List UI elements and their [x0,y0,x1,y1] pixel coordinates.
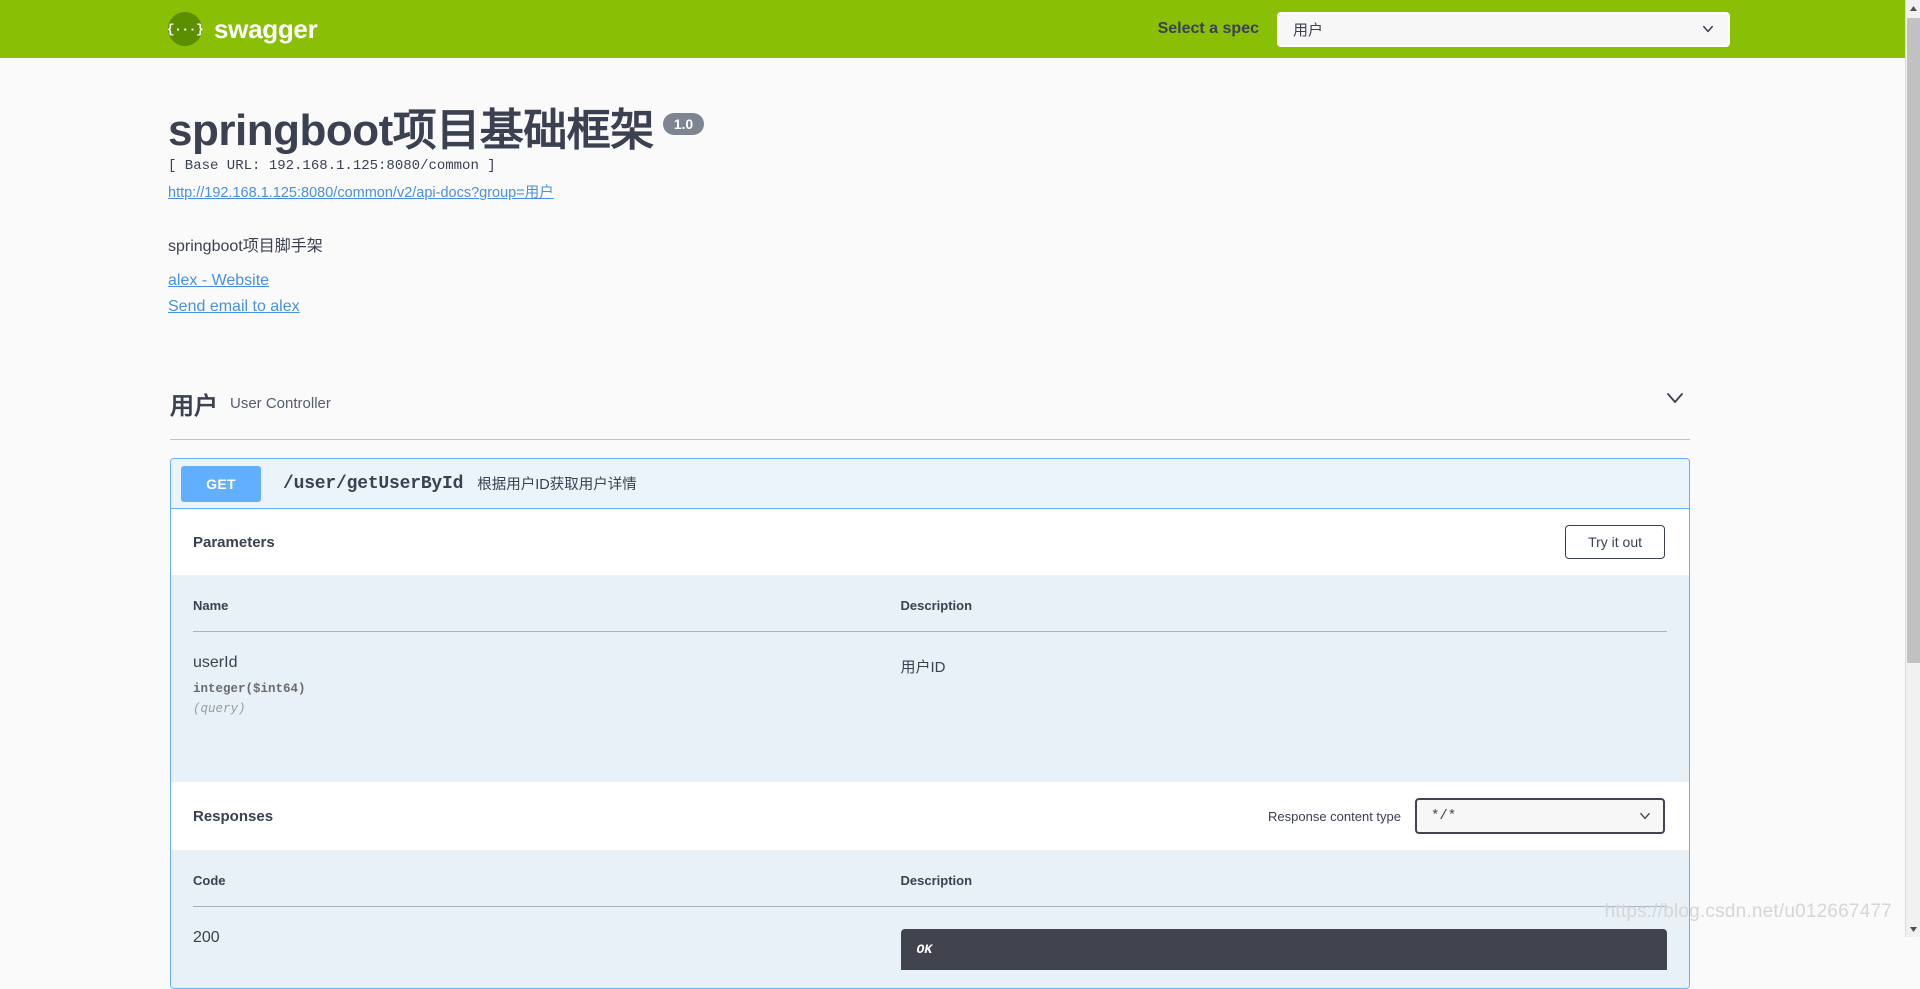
scroll-up-arrow-icon[interactable] [1906,0,1920,16]
parameter-description: 用户ID [901,654,1667,677]
table-header-row: Name Description [193,576,1667,632]
responses-title: Responses [193,808,273,825]
swagger-topbar: {···} swagger Select a spec 用户 [0,0,1905,58]
api-description: springboot项目脚手架 [168,232,1905,256]
response-code: 200 [193,929,901,947]
chevron-down-icon[interactable] [1665,388,1685,408]
parameter-name-cell: userId integer($int64) (query) [193,632,901,735]
contact-email-link[interactable]: Send email to alex [168,298,1905,316]
opblock-body: Parameters Try it out Name Description [171,509,1689,988]
swagger-ui-content: springboot项目基础框架 1.0 [ Base URL: 192.168.… [0,58,1905,989]
response-description-cell: OK [901,907,1667,989]
parameter-location: (query) [193,702,901,716]
page-title: springboot项目基础框架 [168,108,654,154]
tag-name-label: 用户 [170,386,218,421]
column-header-code: Code [193,851,901,907]
responses-header: Responses Response content type */* [171,782,1689,851]
try-it-out-button[interactable]: Try it out [1565,525,1665,559]
version-badge: 1.0 [663,113,704,135]
chevron-down-icon [1702,23,1714,35]
column-header-description: Description [901,576,1667,632]
responses-table-zone: Code Description 200 OK [171,851,1689,988]
spec-select-value: 用户 [1293,19,1323,40]
scrollbar-thumb[interactable] [1907,18,1920,663]
response-content-type-label: Response content type [1268,809,1401,824]
table-row: userId integer($int64) (query) 用户ID [193,632,1667,735]
select-a-spec-label: Select a spec [1158,20,1259,38]
api-docs-link[interactable]: http://192.168.1.125:8080/common/v2/api-… [168,181,554,202]
operation-summary: 根据用户ID获取用户详情 [477,473,637,494]
parameters-header: Parameters Try it out [171,509,1689,576]
swagger-brand[interactable]: {···} swagger [168,12,317,46]
spec-select[interactable]: 用户 [1277,12,1730,47]
opblock-summary[interactable]: GET /user/getUserById 根据用户ID获取用户详情 [171,459,1689,509]
tag-section-user: 用户 User Controller GET /user/getUserById… [0,374,1905,989]
column-header-description: Description [901,851,1667,907]
chevron-down-icon [1639,810,1651,822]
parameter-type: integer($int64) [193,682,901,696]
parameter-description-cell: 用户ID [901,632,1667,735]
opblock-get-getuserbyid: GET /user/getUserById 根据用户ID获取用户详情 Param… [170,458,1690,989]
responses-table: Code Description 200 OK [193,851,1667,988]
brand-name-label: swagger [214,14,317,45]
scroll-down-arrow-icon[interactable] [1906,921,1920,937]
column-header-name: Name [193,576,901,632]
parameters-title: Parameters [193,534,275,551]
tag-header[interactable]: 用户 User Controller [170,374,1690,440]
page-scrollbar[interactable] [1905,0,1920,937]
parameters-table: Name Description userId integer($int64) … [193,576,1667,734]
response-description-block: OK [901,929,1667,970]
base-url-text: [ Base URL: 192.168.1.125:8080/common ] [168,158,1905,174]
http-method-badge: GET [181,466,261,502]
contact-website-link[interactable]: alex - Website [168,272,1905,290]
parameter-name: userId [193,654,901,672]
parameters-table-zone: Name Description userId integer($int64) … [171,576,1689,782]
table-row: 200 OK [193,907,1667,989]
api-info-block: springboot项目基础框架 1.0 [ Base URL: 192.168.… [0,58,1905,316]
operation-path: /user/getUserById [283,474,463,494]
tag-description-label: User Controller [230,395,331,412]
table-header-row: Code Description [193,851,1667,907]
swagger-logo-icon: {···} [168,12,202,46]
parameters-spacer [193,734,1667,782]
response-content-type-select[interactable]: */* [1415,798,1665,834]
response-content-type-value: */* [1431,808,1456,824]
response-code-cell: 200 [193,907,901,989]
spec-selector-group: Select a spec 用户 [1158,0,1730,58]
response-content-type-group: Response content type */* [1268,798,1665,834]
